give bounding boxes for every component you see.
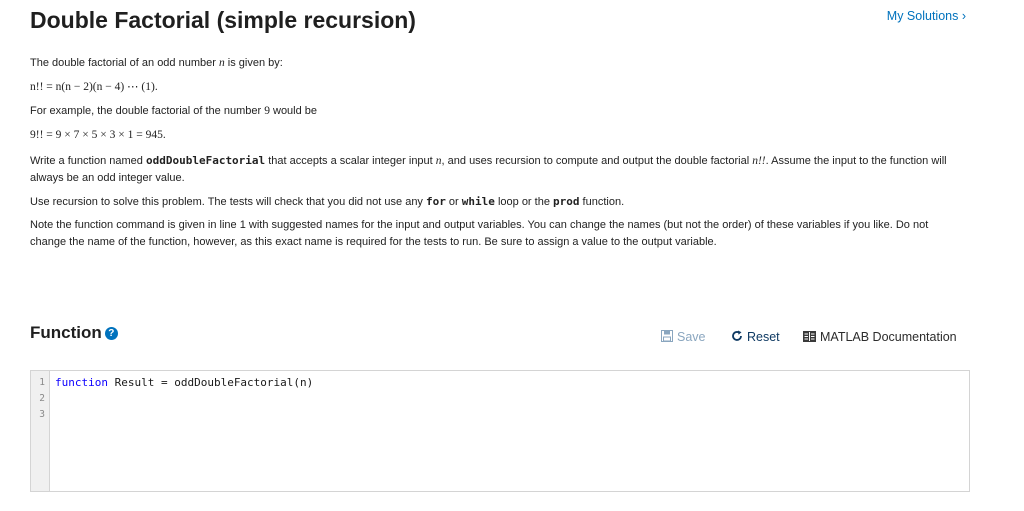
save-icon	[661, 330, 673, 345]
reset-button[interactable]: Reset	[731, 330, 780, 345]
line-number-gutter: 1 2 3	[31, 371, 50, 491]
book-icon	[803, 331, 816, 345]
line-number: 2	[39, 393, 45, 404]
code-signature: Result = oddDoubleFactorial(n)	[107, 376, 314, 389]
page-title: Double Factorial (simple recursion)	[30, 7, 416, 33]
task-paragraph: Write a function named oddDoubleFactoria…	[30, 154, 947, 184]
code-editor[interactable]: 1 2 3 function Result = oddDoubleFactori…	[30, 370, 970, 492]
code-keyword: function	[55, 376, 108, 389]
reset-label: Reset	[747, 330, 780, 344]
reset-icon	[731, 330, 743, 345]
function-section-title: Function?	[30, 323, 118, 343]
recursion-paragraph: Use recursion to solve this problem. The…	[30, 195, 625, 208]
docs-label: MATLAB Documentation	[820, 330, 957, 344]
help-icon[interactable]: ?	[104, 327, 118, 340]
my-solutions-link[interactable]: My Solutions ›	[887, 9, 966, 23]
intro-paragraph: The double factorial of an odd number n …	[30, 57, 283, 69]
save-label: Save	[677, 330, 706, 344]
code-line-1[interactable]: function Result = oddDoubleFactorial(n)	[55, 376, 313, 389]
line-number: 3	[39, 409, 45, 420]
save-button[interactable]: Save	[661, 330, 706, 345]
example-paragraph: For example, the double factorial of the…	[30, 105, 318, 117]
note-paragraph: Note the function command is given in li…	[30, 219, 929, 248]
matlab-documentation-button[interactable]: MATLAB Documentation	[803, 330, 957, 345]
line-number: 1	[39, 377, 45, 388]
formula-example: 9!! = 9 × 7 × 5 × 3 × 1 = 945.	[30, 129, 166, 141]
formula-definition: n!! = n(n − 2)(n − 4) ⋯ (1).	[30, 81, 158, 93]
